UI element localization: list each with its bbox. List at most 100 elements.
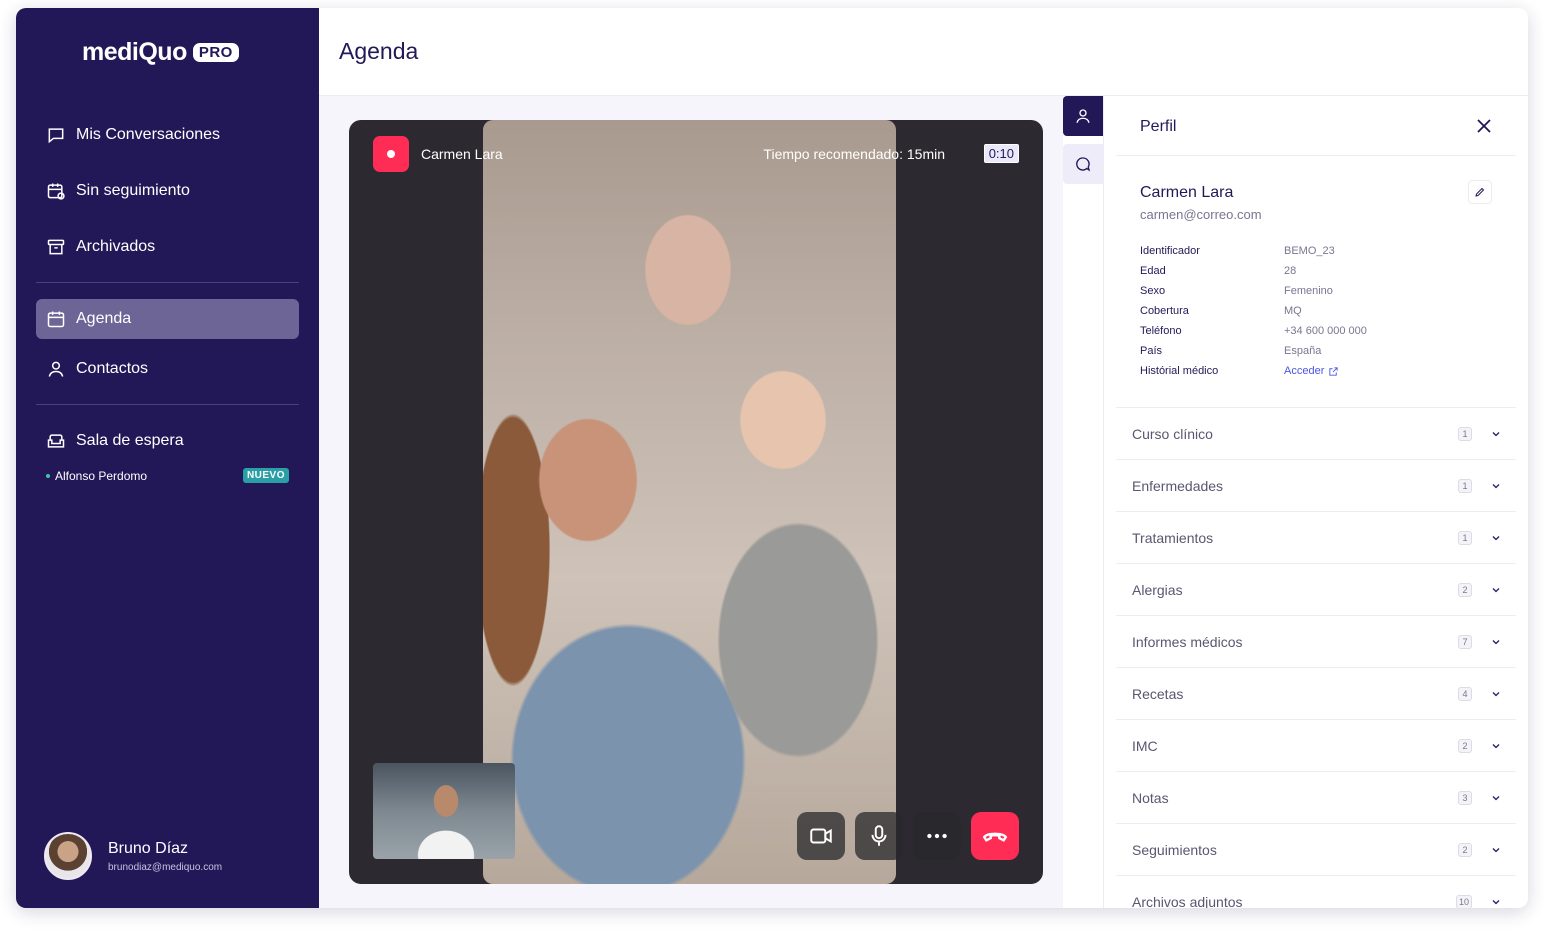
chevron-down-icon (1492, 743, 1500, 748)
section-imc[interactable]: IMC 2 (1116, 720, 1516, 772)
user-name: Bruno Díaz (108, 839, 189, 857)
section-label: Tratamientos (1132, 529, 1214, 546)
chevron-down-icon (1492, 431, 1500, 436)
waiting-patient-name: Alfonso Perdomo (55, 468, 148, 483)
chevron-down-icon (1492, 847, 1500, 852)
patient-email: carmen@correo.com (1140, 207, 1262, 222)
calendar-icon (47, 311, 65, 328)
chat-icon (48, 128, 64, 144)
sidebar-item-label: Agenda (76, 310, 132, 327)
sidebar-item-sin-seguimiento[interactable]: Sin seguimiento (36, 171, 299, 211)
microphone-button[interactable] (855, 812, 903, 860)
call-timer: 0:10 (983, 144, 1019, 163)
field-value: BEMO_23 (1284, 245, 1335, 257)
section-label: Recetas (1132, 685, 1184, 702)
section-count: 1 (1458, 478, 1472, 493)
section-count: 1 (1458, 426, 1472, 441)
chevron-down-icon (1492, 639, 1500, 644)
section-count: 1 (1458, 530, 1472, 545)
page-title: Agenda (339, 38, 419, 64)
chevron-down-icon (1492, 899, 1500, 904)
close-icon[interactable] (1472, 114, 1496, 138)
archive-icon (47, 239, 65, 255)
field-value: España (1284, 345, 1322, 357)
field-key: Histórial médico (1140, 365, 1219, 377)
chat-bubble-icon (1076, 157, 1091, 172)
section-count: 2 (1458, 582, 1472, 597)
section-tratamientos[interactable]: Tratamientos 1 (1116, 512, 1516, 564)
section-count: 7 (1458, 634, 1472, 649)
section-enfermedades[interactable]: Enfermedades 1 (1116, 460, 1516, 512)
online-dot (46, 473, 50, 478)
field-key: Sexo (1140, 285, 1166, 297)
sidebar-item-label: Sin seguimiento (76, 182, 190, 199)
section-seguimientos[interactable]: Seguimientos 2 (1116, 824, 1516, 876)
patient-name: Carmen Lara (1140, 184, 1234, 201)
chevron-down-icon (1492, 587, 1500, 592)
external-link-icon (1329, 366, 1338, 376)
more-button[interactable] (913, 812, 961, 860)
sidebar-item-agenda[interactable]: Agenda (36, 299, 299, 339)
field-key: Edad (1140, 265, 1166, 277)
sidebar-item-archivados[interactable]: Archivados (36, 227, 299, 267)
sidebar-item-sala-de-espera[interactable]: Sala de espera (36, 421, 299, 461)
brand-pro-badge: PRO (192, 43, 239, 62)
video-patient-name: Carmen Lara (421, 146, 503, 162)
end-call-button[interactable] (971, 812, 1019, 860)
section-label: Curso clínico (1132, 425, 1213, 442)
chevron-down-icon (1492, 795, 1500, 800)
section-archivos-adjuntos[interactable]: Archivos adjuntos 10 (1116, 876, 1516, 908)
medical-history-link[interactable]: Acceder (1284, 365, 1339, 377)
field-value: Femenino (1284, 285, 1333, 297)
field-key: Identificador (1140, 245, 1200, 257)
calendar-followup-icon (47, 183, 65, 200)
video-call-area: Carmen Lara Tiempo recomendado: 15min 0:… (319, 96, 1103, 908)
sidebar-item-label: Archivados (76, 238, 156, 255)
section-label: Archivos adjuntos (1132, 893, 1243, 909)
field-key: Teléfono (1140, 325, 1182, 337)
person-icon (48, 361, 64, 377)
brand-logo[interactable]: mediQuo PRO (82, 38, 239, 67)
pencil-icon (1475, 187, 1485, 197)
section-curso-clinico[interactable]: Curso clínico 1 (1116, 408, 1516, 460)
app-window: mediQuo PRO Mis Conversaciones Sin segui… (16, 8, 1528, 908)
waiting-patient[interactable]: Alfonso Perdomo NUEVO (46, 468, 289, 483)
section-count: 2 (1458, 738, 1472, 753)
section-informes-medicos[interactable]: Informes médicos 7 (1116, 616, 1516, 668)
section-alergias[interactable]: Alergias 2 (1116, 564, 1516, 616)
sidebar-item-contactos[interactable]: Contactos (36, 349, 299, 389)
field-row: Sexo Femenino (1140, 281, 1367, 301)
more-icon (927, 833, 947, 839)
field-row: Histórial médico Acceder (1140, 361, 1367, 381)
panel-tabs (1063, 96, 1103, 908)
link-label: Acceder (1284, 365, 1325, 377)
section-label: Notas (1132, 789, 1169, 806)
record-icon[interactable] (373, 136, 409, 172)
sidebar-item-conversaciones[interactable]: Mis Conversaciones (36, 115, 299, 155)
section-label: Enfermedades (1132, 477, 1224, 494)
section-notas[interactable]: Notas 3 (1116, 772, 1516, 824)
section-count: 4 (1458, 686, 1472, 701)
profile-title: Perfil (1140, 118, 1177, 135)
field-value: MQ (1284, 305, 1302, 317)
local-video-preview[interactable] (373, 763, 515, 859)
field-row: Cobertura MQ (1140, 301, 1367, 321)
section-label: Seguimientos (1132, 841, 1217, 858)
end-call-icon (982, 832, 1008, 842)
field-value: 28 (1284, 265, 1297, 277)
camera-button[interactable] (797, 812, 845, 860)
tab-chat[interactable] (1063, 144, 1103, 184)
tab-profile[interactable] (1063, 96, 1103, 136)
section-recetas[interactable]: Recetas 4 (1116, 668, 1516, 720)
profile-panel: Perfil Carmen Lara carmen@correo.com Ide… (1103, 96, 1528, 908)
current-user[interactable]: Bruno Díaz brunodiaz@mediquo.com (44, 832, 222, 880)
field-row: Teléfono +34 600 000 000 (1140, 321, 1367, 341)
user-email: brunodiaz@mediquo.com (108, 861, 223, 873)
remote-video (483, 120, 896, 884)
edit-button[interactable] (1468, 180, 1492, 204)
camera-icon (810, 828, 832, 844)
avatar (44, 832, 92, 880)
person-icon (1076, 109, 1090, 123)
field-row: Edad 28 (1140, 261, 1367, 281)
new-badge: NUEVO (242, 468, 289, 483)
